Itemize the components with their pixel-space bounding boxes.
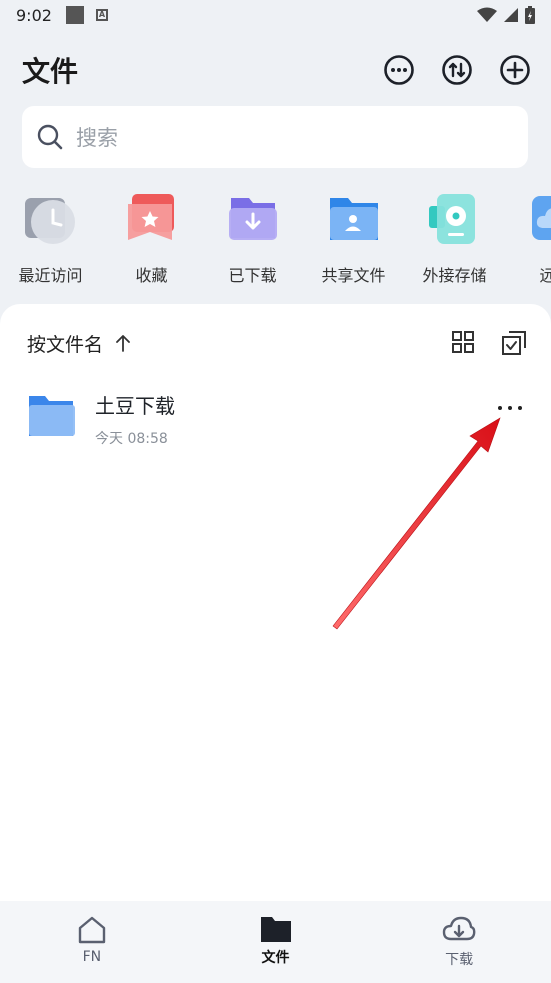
status-time: 9:02 — [16, 5, 52, 25]
add-button[interactable] — [498, 53, 532, 87]
search-icon — [37, 124, 63, 150]
multi-select-icon[interactable] — [501, 330, 527, 356]
file-more-button[interactable] — [495, 398, 525, 418]
nav-files[interactable]: 文件 — [184, 901, 368, 983]
plus-circle-icon — [500, 55, 530, 85]
transfer-icon — [442, 55, 472, 85]
quick-remote[interactable]: 远程 — [505, 188, 551, 288]
signal-icon — [504, 8, 518, 22]
shared-folder-icon — [329, 198, 378, 240]
more-dot-icon — [498, 406, 502, 410]
quick-favorites-label: 收藏 — [135, 266, 168, 285]
bottom-nav: FN 文件 下载 — [0, 901, 551, 983]
more-dot-icon — [518, 406, 522, 410]
sort-by-name-button[interactable]: 按文件名 — [27, 330, 103, 357]
status-icons — [477, 6, 535, 24]
quick-downloaded-label: 已下载 — [228, 266, 277, 285]
nav-fn-label: FN — [82, 949, 102, 965]
header: 文件 — [22, 50, 532, 90]
more-dot-icon — [508, 406, 512, 410]
star-icon — [127, 194, 174, 240]
nav-files-label: 文件 — [261, 950, 290, 966]
external-storage-icon — [428, 194, 475, 244]
quick-external-storage[interactable]: 外接存储 — [404, 188, 505, 288]
quick-downloaded[interactable]: 已下载 — [202, 188, 303, 288]
download-folder-icon — [228, 198, 277, 240]
quick-external-storage-label: 外接存储 — [422, 266, 487, 285]
search-placeholder: 搜索 — [76, 126, 118, 150]
quick-shared-label: 共享文件 — [321, 266, 386, 285]
file-list-panel: 按文件名 土豆下载 今天 08:58 — [0, 304, 551, 901]
quick-recent[interactable]: 最近访问 — [0, 188, 101, 288]
notification-a-icon: A — [95, 9, 108, 21]
nav-download-label: 下载 — [445, 952, 474, 968]
wifi-icon — [477, 7, 497, 22]
transfer-button[interactable] — [440, 53, 474, 87]
cloud-icon — [531, 196, 551, 240]
file-date: 今天 08:58 — [95, 431, 168, 447]
nav-download[interactable]: 下载 — [367, 901, 551, 983]
quick-shared[interactable]: 共享文件 — [303, 188, 404, 288]
clock-icon — [24, 198, 75, 244]
more-circle-icon — [384, 55, 414, 85]
sort-bar: 按文件名 — [27, 328, 527, 358]
page-title: 文件 — [22, 55, 79, 88]
notification-square-icon — [65, 6, 84, 24]
file-name: 土豆下载 — [95, 394, 175, 418]
quick-recent-label: 最近访问 — [18, 266, 83, 285]
folder-icon — [29, 396, 75, 436]
quick-favorites[interactable]: 收藏 — [101, 188, 202, 288]
cloud-download-icon — [442, 916, 476, 941]
list-item[interactable]: 土豆下载 今天 08:58 — [27, 384, 527, 454]
battery-icon — [525, 6, 535, 24]
view-buttons — [451, 330, 527, 356]
nav-fn[interactable]: FN — [0, 901, 184, 983]
home-icon — [78, 916, 106, 944]
arrow-up-icon[interactable] — [115, 334, 131, 352]
search-input[interactable]: 搜索 — [22, 106, 528, 168]
quick-access-row: 最近访问 收藏 已下载 共享文件 外接存储 远 — [0, 188, 551, 288]
quick-remote-label: 远程 — [539, 266, 551, 285]
header-actions — [382, 53, 532, 87]
grid-view-icon[interactable] — [451, 330, 475, 354]
folder-icon — [260, 917, 291, 942]
status-bar: 9:02 A — [0, 0, 551, 30]
more-options-button[interactable] — [382, 53, 416, 87]
